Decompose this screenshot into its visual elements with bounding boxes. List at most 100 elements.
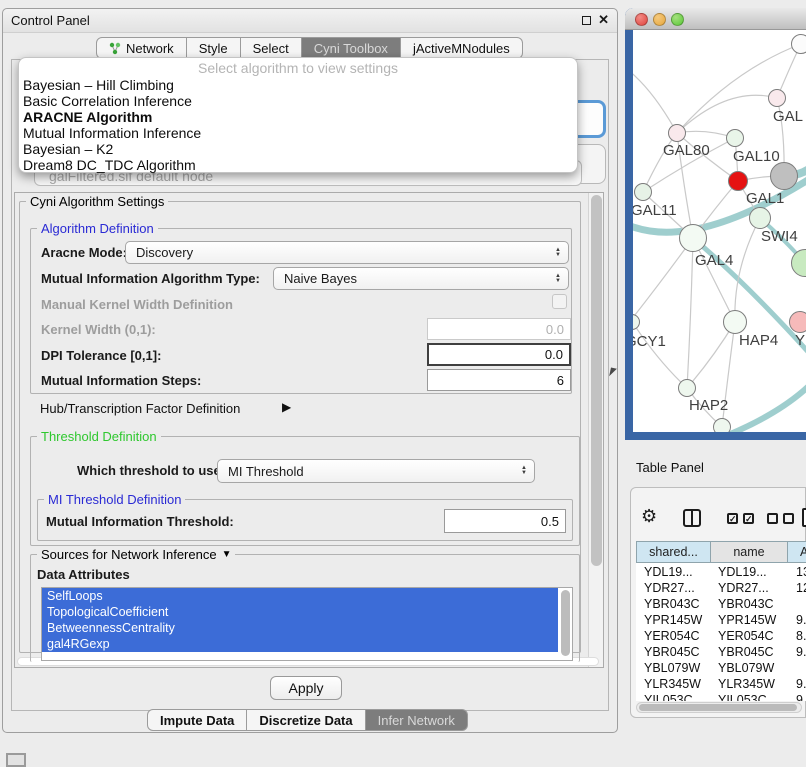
network-canvas[interactable]: GAL GAL80 GAL10 GAL1 GAL11 SWI4 GAL4 GCY… (633, 30, 806, 432)
mi-type-label: Mutual Information Algorithm Type: (41, 271, 260, 286)
unchecked-checkbox-icon[interactable] (783, 513, 794, 524)
close-icon[interactable]: ✕ (598, 12, 609, 28)
float-window-icon[interactable] (582, 16, 591, 25)
scrollbar-thumb[interactable] (639, 704, 797, 711)
tab-select[interactable]: Select (241, 37, 302, 59)
aracne-mode-combo[interactable]: Discovery ▲▼ (125, 241, 569, 264)
kernel-width-field[interactable]: 0.0 (427, 318, 571, 340)
tab-impute-data[interactable]: Impute Data (147, 709, 247, 731)
node-label: GAL1 (746, 190, 784, 207)
node-label: GAL4 (695, 252, 733, 269)
dropdown-item[interactable]: Dream8 DC_TDC Algorithm (19, 157, 577, 173)
mi-steps-label: Mutual Information Steps: (41, 373, 201, 388)
dropdown-item[interactable]: Mutual Information Inference (19, 125, 577, 141)
list-item[interactable]: gal4RGexp (42, 636, 558, 652)
cell: YBR045C (718, 645, 774, 659)
dropdown-item-highlighted[interactable]: ARACNE Algorithm (19, 109, 577, 125)
threshold-definition-group: Threshold Definition Which threshold to … (30, 436, 580, 546)
apply-button[interactable]: Apply (270, 676, 342, 700)
tab-jactivemnodules[interactable]: jActiveMNodules (401, 37, 523, 59)
column-header-shared-name[interactable]: shared... (636, 541, 711, 563)
cell: 9. (796, 613, 806, 627)
close-traffic-light[interactable] (635, 13, 648, 26)
aracne-mode-label: Aracne Mode: (41, 245, 127, 260)
tab-label: Discretize Data (259, 713, 352, 728)
dpi-tolerance-field[interactable]: 0.0 (427, 343, 571, 366)
list-scrollbar-thumb[interactable] (561, 590, 570, 656)
scrollbar-thumb[interactable] (591, 195, 602, 566)
network-node[interactable] (679, 224, 707, 252)
dropdown-item[interactable]: Basic Correlation Inference (19, 93, 577, 109)
group-title: MI Threshold Definition (44, 492, 185, 507)
network-tree-icon (109, 42, 121, 55)
network-node[interactable] (791, 34, 806, 54)
network-node[interactable] (789, 311, 806, 333)
group-title: Sources for Network Inference ▼ (37, 547, 235, 562)
cell: YDL19... (644, 565, 693, 579)
dropdown-item[interactable]: Bayesian – Hill Climbing (19, 77, 577, 93)
minimize-traffic-light[interactable] (653, 13, 666, 26)
settings-vertical-scrollbar[interactable] (588, 193, 603, 667)
data-attributes-list[interactable]: SelfLoops TopologicalCoefficient Between… (41, 587, 573, 661)
network-node[interactable] (726, 129, 744, 147)
tab-network[interactable]: Network (96, 37, 187, 59)
network-node-selected-red[interactable] (728, 171, 748, 191)
expand-arrow-icon[interactable]: ▶ (282, 400, 291, 414)
mi-threshold-field[interactable]: 0.5 (444, 509, 566, 533)
column-header-name[interactable]: name (711, 541, 788, 563)
gear-icon[interactable]: ⚙ (641, 506, 657, 527)
combo-value: Discovery (136, 245, 193, 260)
node-attribute-table[interactable]: shared... name A YDL19...YDL19...13 YDR2… (636, 541, 806, 701)
network-node[interactable] (768, 89, 786, 107)
spinner-icon: ▲▼ (555, 248, 561, 258)
network-node[interactable] (749, 207, 771, 229)
cyni-algorithm-settings-group: Cyni Algorithm Settings Algorithm Defini… (19, 201, 581, 653)
field-value: 0.0 (546, 322, 564, 337)
node-label: HAP2 (689, 397, 728, 414)
network-node[interactable] (668, 124, 686, 142)
network-node[interactable] (678, 379, 696, 397)
minimized-panel-icon[interactable] (6, 753, 26, 767)
list-item[interactable]: TopologicalCoefficient (42, 604, 558, 620)
tab-label: Impute Data (160, 713, 234, 728)
table-horizontal-scrollbar[interactable] (636, 702, 802, 713)
tab-cyni-toolbox[interactable]: Cyni Toolbox (302, 37, 401, 59)
tab-discretize-data[interactable]: Discretize Data (247, 709, 365, 731)
zoom-traffic-light[interactable] (671, 13, 684, 26)
checked-checkbox-icon[interactable]: ✓ (743, 513, 754, 524)
collapse-arrow-icon[interactable]: ▼ (222, 549, 232, 560)
mi-algorithm-type-combo[interactable]: Naive Bayes ▲▼ (273, 267, 569, 290)
manual-kernel-label: Manual Kernel Width Definition (41, 297, 233, 312)
dpi-tolerance-label: DPI Tolerance [0,1]: (41, 348, 161, 363)
split-columns-icon[interactable] (683, 509, 701, 527)
network-window-titlebar[interactable] (625, 8, 806, 30)
list-item[interactable]: BetweennessCentrality (42, 620, 558, 636)
unchecked-checkbox-icon[interactable] (767, 513, 778, 524)
network-node[interactable] (770, 162, 798, 190)
cell: YBL079W (644, 661, 700, 675)
tab-infer-network[interactable]: Infer Network (366, 709, 468, 731)
network-node[interactable] (723, 310, 747, 334)
cell: YBL079W (718, 661, 774, 675)
checked-checkbox-icon[interactable]: ✓ (727, 513, 738, 524)
kernel-width-label: Kernel Width (0,1): (41, 322, 156, 337)
which-threshold-combo[interactable]: MI Threshold ▲▼ (217, 459, 535, 483)
spinner-icon: ▲▼ (555, 274, 561, 284)
node-label: GAL (773, 108, 803, 125)
node-label: GAL80 (663, 142, 710, 159)
network-node[interactable] (634, 183, 652, 201)
hub-definition-label[interactable]: Hub/Transcription Factor Definition (40, 401, 240, 416)
list-item[interactable]: SelfLoops (42, 588, 558, 604)
control-panel-tabs: Network Style Select Cyni Toolbox jActiv… (96, 37, 523, 59)
control-panel-titlebar: Control Panel ✕ (3, 9, 617, 33)
node-label: HAP4 (739, 332, 778, 349)
mi-steps-field[interactable]: 6 (427, 369, 571, 391)
manual-kernel-checkbox[interactable] (552, 294, 567, 309)
network-node[interactable] (713, 418, 731, 432)
column-header-partial[interactable]: A (788, 541, 806, 563)
combo-value: MI Threshold (228, 464, 304, 479)
dropdown-item[interactable]: Bayesian – K2 (19, 141, 577, 157)
node-label: Y (795, 332, 805, 349)
tab-style[interactable]: Style (187, 37, 241, 59)
new-table-icon[interactable] (802, 508, 806, 527)
